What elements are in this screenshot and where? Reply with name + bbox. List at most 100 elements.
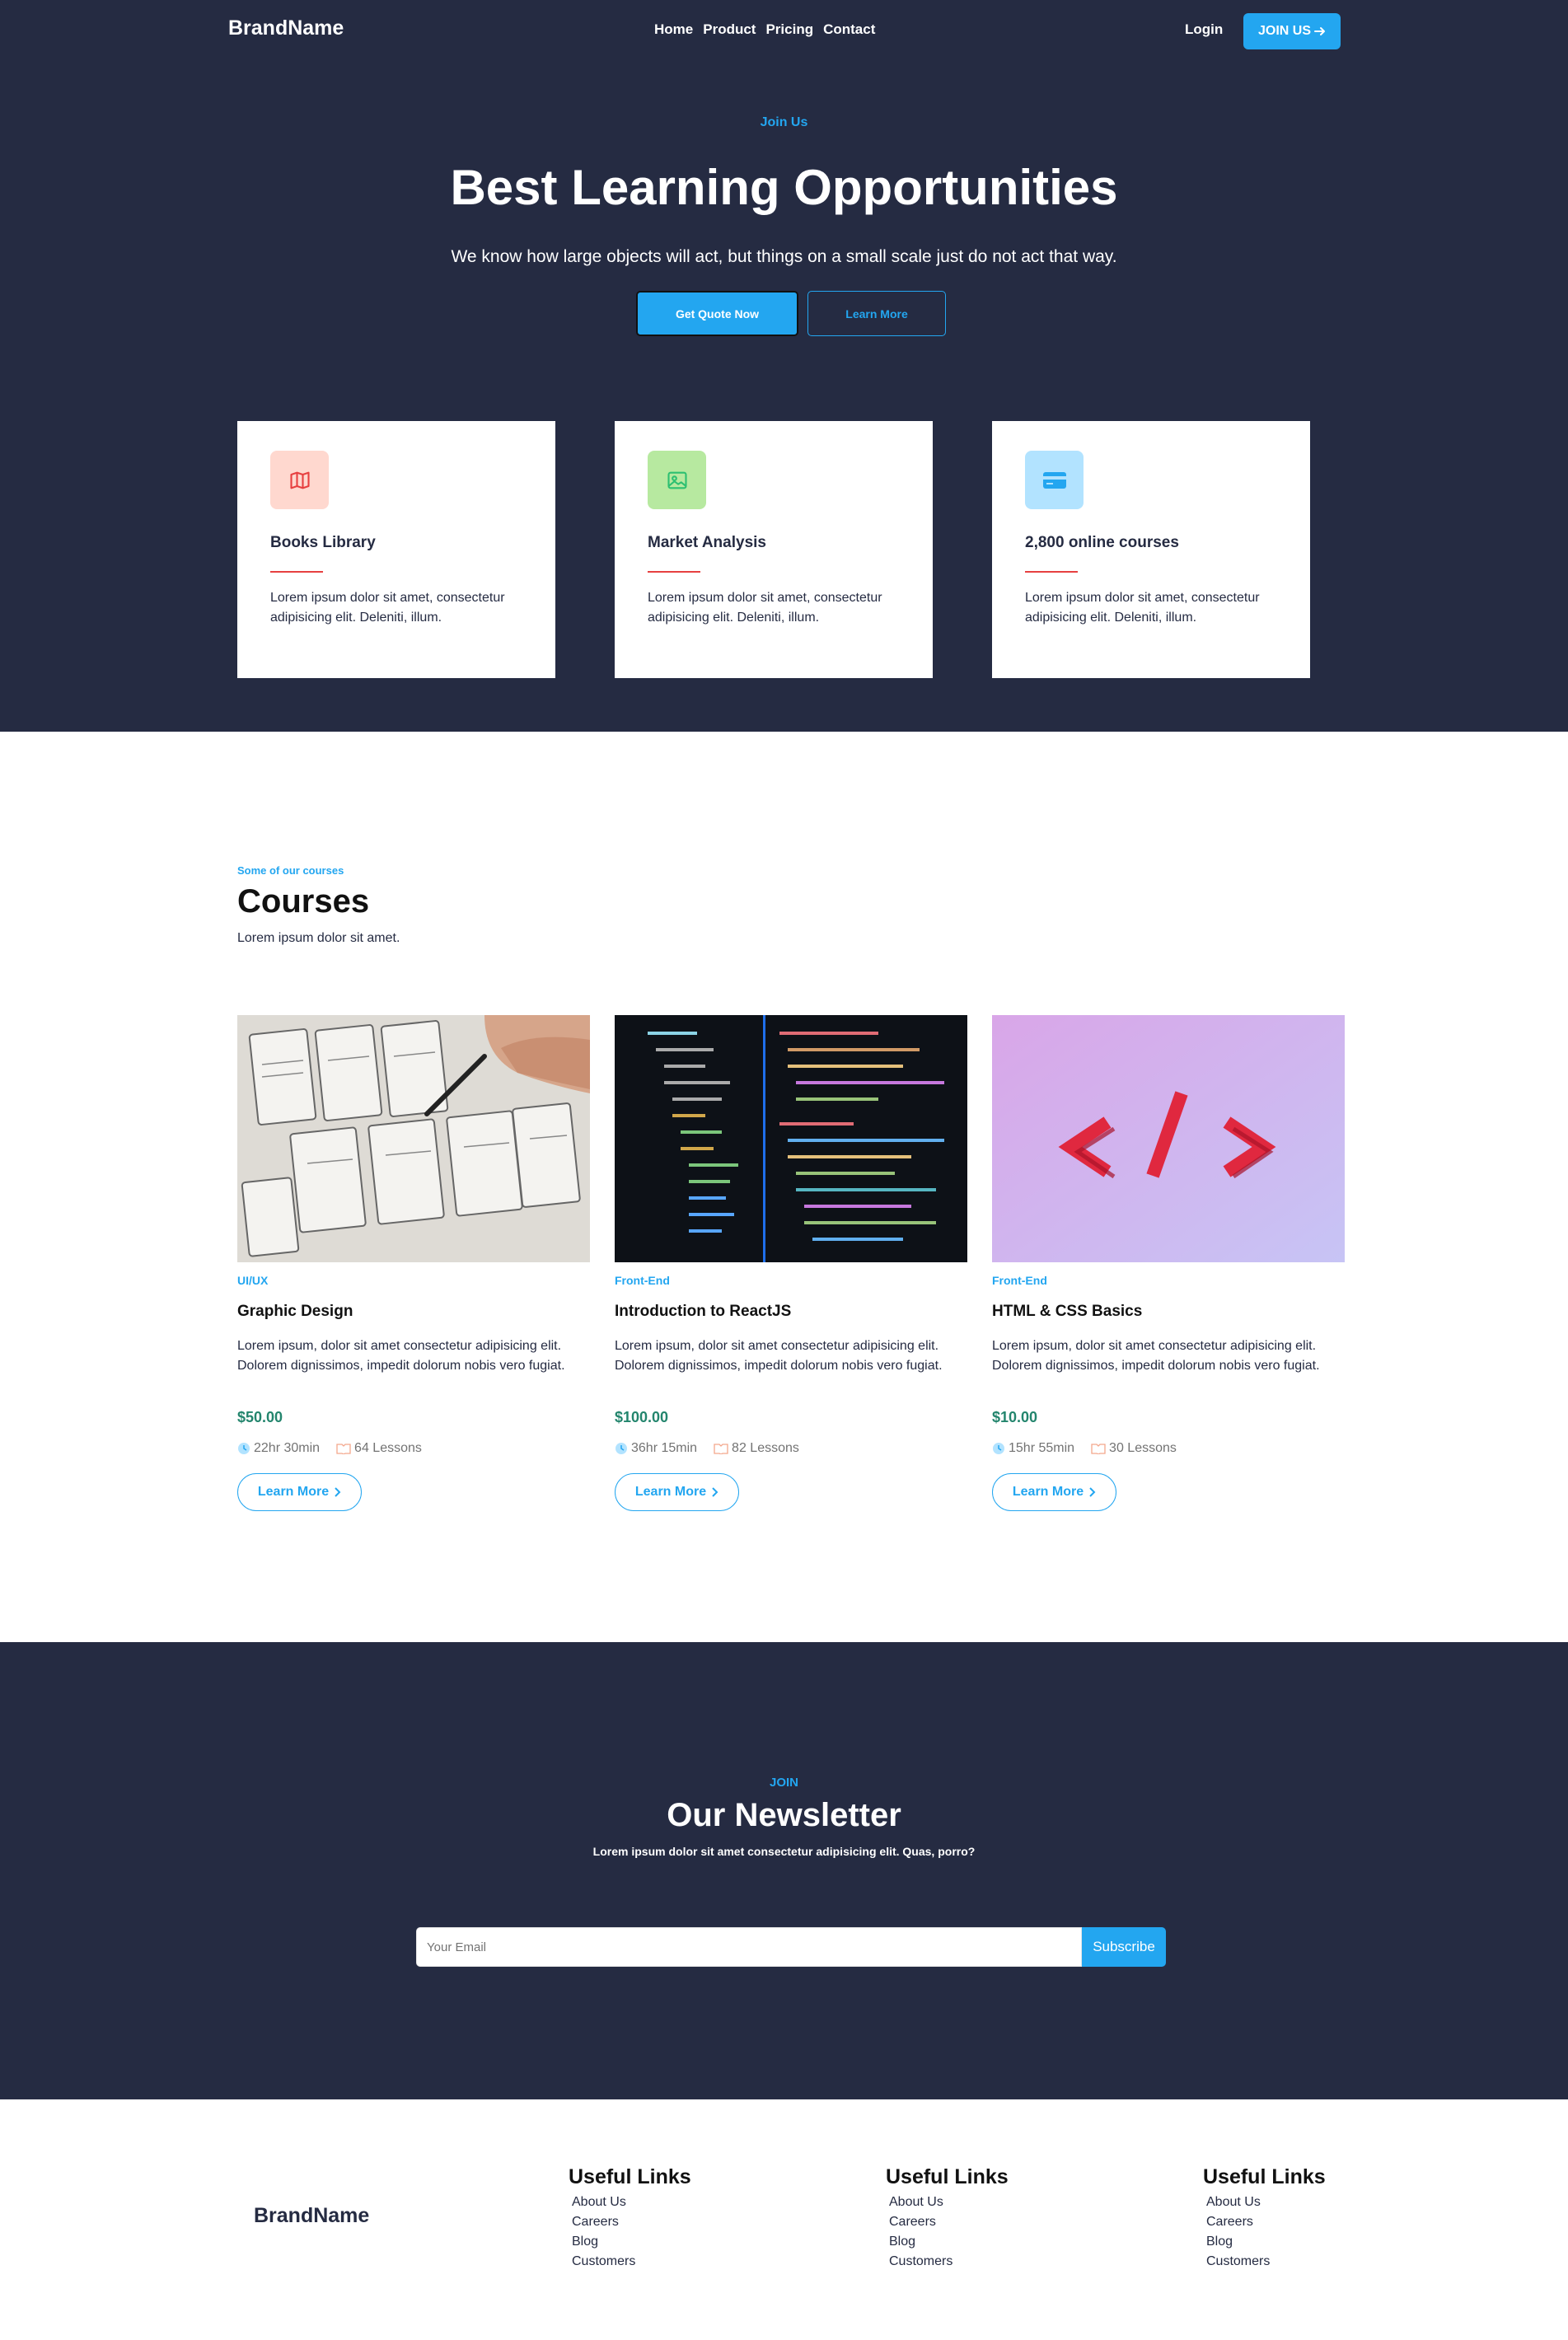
course-price: $50.00	[237, 1409, 283, 1425]
footer-link-careers[interactable]: Careers	[1206, 2212, 1326, 2232]
feature-title: 2,800 online courses	[1025, 534, 1179, 551]
course-duration: 15hr 55min	[992, 1441, 1074, 1456]
nav-pricing[interactable]: Pricing	[765, 21, 813, 38]
footer-brand[interactable]: BrandName	[254, 2204, 369, 2228]
course-category: UI/UX	[237, 1274, 269, 1287]
course-lessons-text: 30 Lessons	[1109, 1441, 1177, 1455]
course-title[interactable]: Introduction to ReactJS	[615, 1303, 791, 1321]
course-duration: 22hr 30min	[237, 1441, 320, 1456]
course-lessons: 82 Lessons	[714, 1441, 799, 1456]
feature-title: Books Library	[270, 534, 376, 551]
feature-text: Lorem ipsum dolor sit amet, consectetur …	[648, 591, 882, 625]
nav-home[interactable]: Home	[654, 21, 693, 38]
course-image-code-editor[interactable]	[615, 1015, 967, 1262]
course-category: Front-End	[615, 1274, 670, 1287]
course-meta: 15hr 55min 30 Lessons	[992, 1441, 1177, 1456]
feature-title: Market Analysis	[648, 534, 766, 551]
join-us-button[interactable]: JOIN US	[1243, 13, 1341, 49]
hero-subtitle: We know how large objects will act, but …	[451, 247, 1117, 266]
book-icon	[336, 1444, 351, 1454]
feature-text: Lorem ipsum dolor sit amet, consectetur …	[270, 591, 505, 625]
course-card-html-css: Front-End HTML & CSS Basics Lorem ipsum,…	[992, 1015, 1345, 1511]
course-lessons-text: 64 Lessons	[354, 1441, 422, 1455]
courses-eyebrow: Some of our courses	[237, 864, 344, 877]
clock-icon	[615, 1443, 627, 1454]
footer-link-about[interactable]: About Us	[1206, 2193, 1326, 2212]
footer-link-customers[interactable]: Customers	[889, 2252, 1009, 2272]
course-meta: 22hr 30min 64 Lessons	[237, 1441, 422, 1456]
feature-divider	[270, 571, 323, 573]
course-duration: 36hr 15min	[615, 1441, 697, 1456]
footer-heading: Useful Links	[886, 2165, 1009, 2188]
card-icon	[1025, 451, 1084, 509]
course-meta: 36hr 15min 82 Lessons	[615, 1441, 799, 1456]
email-input[interactable]: Your Email	[416, 1927, 1082, 1967]
footer-links: About Us Careers Blog Customers	[569, 2193, 691, 2272]
footer-link-blog[interactable]: Blog	[889, 2232, 1009, 2252]
get-quote-button[interactable]: Get Quote Now	[636, 291, 798, 336]
nav-product[interactable]: Product	[703, 21, 756, 38]
feature-divider	[1025, 571, 1078, 573]
course-learn-more-button[interactable]: Learn More	[992, 1473, 1116, 1511]
course-learn-more-button[interactable]: Learn More	[237, 1473, 362, 1511]
feature-card-courses: 2,800 online courses Lorem ipsum dolor s…	[992, 421, 1310, 678]
chevron-right-icon	[712, 1487, 718, 1497]
brand-logo[interactable]: BrandName	[228, 16, 344, 40]
footer-link-customers[interactable]: Customers	[1206, 2252, 1326, 2272]
newsletter-subtitle: Lorem ipsum dolor sit amet consectetur a…	[592, 1845, 976, 1858]
arrow-right-icon	[1314, 27, 1325, 35]
course-title[interactable]: Graphic Design	[237, 1303, 353, 1321]
newsletter-section: JOIN Our Newsletter Lorem ipsum dolor si…	[0, 1642, 1568, 2099]
clock-icon	[238, 1443, 250, 1454]
course-learn-more-label: Learn More	[1012, 1485, 1084, 1499]
footer-link-blog[interactable]: Blog	[1206, 2232, 1326, 2252]
hero-eyebrow: Join Us	[760, 115, 808, 129]
footer-heading: Useful Links	[569, 2165, 691, 2188]
course-description: Lorem ipsum, dolor sit amet consectetur …	[992, 1339, 1320, 1373]
footer-links: About Us Careers Blog Customers	[1203, 2193, 1326, 2272]
course-card-reactjs: Front-End Introduction to ReactJS Lorem …	[615, 1015, 967, 1511]
image-icon	[648, 451, 706, 509]
footer-link-about[interactable]: About Us	[572, 2193, 691, 2212]
footer-heading: Useful Links	[1203, 2165, 1326, 2188]
main-nav: Home Product Pricing Contact	[654, 21, 875, 38]
course-price: $10.00	[992, 1409, 1038, 1425]
nav-contact[interactable]: Contact	[823, 21, 875, 38]
footer-link-careers[interactable]: Careers	[572, 2212, 691, 2232]
footer-column: Useful Links About Us Careers Blog Custo…	[569, 2165, 691, 2272]
feature-card-books: Books Library Lorem ipsum dolor sit amet…	[237, 421, 555, 678]
join-us-label: JOIN US	[1257, 24, 1311, 38]
course-price: $100.00	[615, 1409, 669, 1425]
hero-section: BrandName Home Product Pricing Contact L…	[0, 0, 1568, 732]
feature-text: Lorem ipsum dolor sit amet, consectetur …	[1025, 591, 1260, 625]
course-title[interactable]: HTML & CSS Basics	[992, 1303, 1142, 1321]
map-icon	[270, 451, 329, 509]
login-link[interactable]: Login	[1185, 21, 1223, 38]
newsletter-eyebrow: JOIN	[769, 1776, 798, 1790]
course-image-code-symbol[interactable]	[992, 1015, 1345, 1262]
course-description: Lorem ipsum, dolor sit amet consectetur …	[615, 1339, 943, 1373]
course-category: Front-End	[992, 1274, 1047, 1287]
course-image-wireframe-sketch[interactable]	[237, 1015, 590, 1262]
courses-title: Courses	[237, 883, 370, 920]
footer-link-careers[interactable]: Careers	[889, 2212, 1009, 2232]
course-card-graphic-design: UI/UX Graphic Design Lorem ipsum, dolor …	[237, 1015, 590, 1511]
course-learn-more-button[interactable]: Learn More	[615, 1473, 739, 1511]
course-description: Lorem ipsum, dolor sit amet consectetur …	[237, 1339, 565, 1373]
course-lessons: 64 Lessons	[336, 1441, 422, 1456]
course-learn-more-label: Learn More	[257, 1485, 330, 1499]
feature-divider	[648, 571, 700, 573]
course-duration-text: 22hr 30min	[254, 1441, 321, 1455]
course-learn-more-label: Learn More	[634, 1485, 707, 1499]
footer-column: Useful Links About Us Careers Blog Custo…	[886, 2165, 1009, 2272]
course-lessons: 30 Lessons	[1091, 1441, 1177, 1456]
footer-link-blog[interactable]: Blog	[572, 2232, 691, 2252]
course-duration-text: 36hr 15min	[631, 1441, 698, 1455]
courses-subtitle: Lorem ipsum dolor sit amet.	[237, 931, 400, 945]
clock-icon	[993, 1443, 1004, 1454]
hero-learn-more-button[interactable]: Learn More	[807, 291, 946, 336]
footer-link-about[interactable]: About Us	[889, 2193, 1009, 2212]
footer-link-customers[interactable]: Customers	[572, 2252, 691, 2272]
course-duration-text: 15hr 55min	[1009, 1441, 1075, 1455]
subscribe-button[interactable]: Subscribe	[1082, 1927, 1166, 1967]
